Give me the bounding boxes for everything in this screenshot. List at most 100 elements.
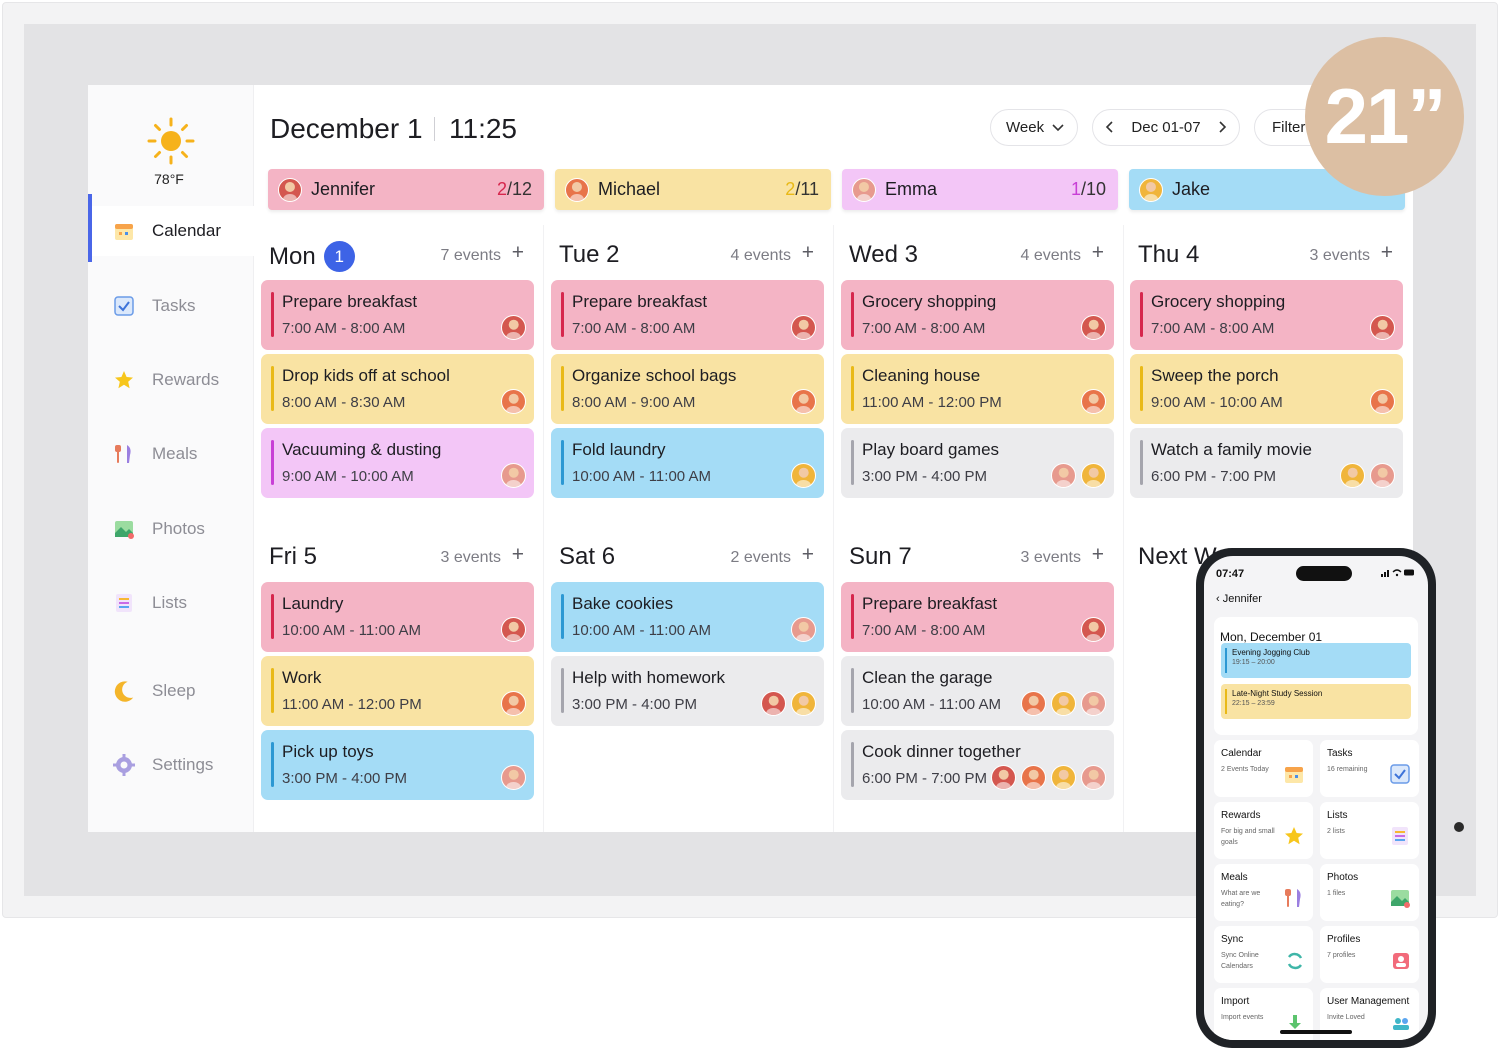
add-icon[interactable]: + bbox=[1092, 241, 1104, 265]
event-time: 11:00 AM - 12:00 PM bbox=[282, 696, 422, 713]
sidebar-item-photos[interactable]: Photos bbox=[88, 504, 254, 554]
event-card[interactable]: Clean the garage 10:00 AM - 11:00 AM bbox=[841, 656, 1114, 726]
header-divider bbox=[434, 117, 435, 141]
sidebar-item-label: Sleep bbox=[152, 681, 196, 700]
avatar bbox=[791, 463, 816, 488]
event-title: Prepare breakfast bbox=[572, 292, 708, 311]
add-icon[interactable]: + bbox=[802, 241, 814, 265]
sidebar-item-sleep[interactable]: Sleep bbox=[88, 666, 254, 716]
day-name: Wed 3 bbox=[849, 241, 918, 268]
phone-notch bbox=[1296, 566, 1352, 581]
event-card[interactable]: Drop kids off at school 8:00 AM - 8:30 AM bbox=[261, 354, 534, 424]
day-name: Mon bbox=[269, 242, 316, 270]
view-select[interactable]: Week bbox=[990, 109, 1078, 146]
event-title: Drop kids off at school bbox=[282, 366, 450, 385]
phone-screen: 07:47 ‹ Jennifer Mon, December 01 Evenin… bbox=[1204, 556, 1428, 1040]
event-card[interactable]: Grocery shopping 7:00 AM - 8:00 AM bbox=[1130, 280, 1403, 350]
avatar bbox=[565, 177, 589, 202]
add-icon[interactable]: + bbox=[1381, 241, 1393, 265]
event-time: 8:00 AM - 8:30 AM bbox=[282, 394, 406, 411]
sidebar: 78°F Calendar Tasks Rewards Meals Photos List… bbox=[88, 85, 254, 832]
view-select-label: Week bbox=[1006, 119, 1045, 136]
phone-tile-subtitle: 2 Events Today bbox=[1221, 766, 1269, 773]
phone-tile-lists[interactable]: Lists 2 lists bbox=[1320, 802, 1419, 859]
event-color-bar bbox=[1140, 292, 1143, 337]
event-time: 3:00 PM - 4:00 PM bbox=[282, 770, 408, 787]
event-card[interactable]: Grocery shopping 7:00 AM - 8:00 AM bbox=[841, 280, 1114, 350]
phone-event[interactable]: Late-Night Study Session 22:15 – 23:59 bbox=[1221, 684, 1411, 719]
event-card[interactable]: Organize school bags 8:00 AM - 9:00 AM bbox=[551, 354, 824, 424]
event-card[interactable]: Prepare breakfast 7:00 AM - 8:00 AM bbox=[551, 280, 824, 350]
avatar bbox=[1051, 691, 1076, 716]
sidebar-item-meals[interactable]: Meals bbox=[88, 429, 254, 479]
event-card[interactable]: Sweep the porch 9:00 AM - 10:00 AM bbox=[1130, 354, 1403, 424]
event-card[interactable]: Pick up toys 3:00 PM - 4:00 PM bbox=[261, 730, 534, 800]
photo-icon bbox=[1389, 887, 1411, 913]
event-title: Fold laundry bbox=[572, 440, 666, 459]
event-color-bar bbox=[1225, 689, 1227, 714]
add-icon[interactable]: + bbox=[512, 543, 524, 567]
event-card[interactable]: Fold laundry 10:00 AM - 11:00 AM bbox=[551, 428, 824, 498]
member-chip-michael[interactable]: Michael 2/11 bbox=[555, 169, 831, 210]
member-chip-emma[interactable]: Emma 1/10 bbox=[842, 169, 1118, 210]
event-card[interactable]: Prepare breakfast 7:00 AM - 8:00 AM bbox=[261, 280, 534, 350]
event-card[interactable]: Work 11:00 AM - 12:00 PM bbox=[261, 656, 534, 726]
event-card[interactable]: Watch a family movie 6:00 PM - 7:00 PM bbox=[1130, 428, 1403, 498]
add-icon[interactable]: + bbox=[512, 241, 524, 265]
event-color-bar bbox=[851, 668, 854, 713]
event-card[interactable]: Bake cookies 10:00 AM - 11:00 AM bbox=[551, 582, 824, 652]
add-icon[interactable]: + bbox=[1092, 543, 1104, 567]
member-total-count: /11 bbox=[795, 179, 819, 199]
phone-tile-rewards[interactable]: Rewards For big and small goals bbox=[1214, 802, 1313, 859]
phone-tile-tasks[interactable]: Tasks 16 remaining bbox=[1320, 740, 1419, 797]
chevron-down-icon bbox=[1052, 121, 1064, 135]
member-chip-jennifer[interactable]: Jennifer 2/12 bbox=[268, 169, 544, 210]
camera-dot bbox=[1454, 822, 1464, 832]
chevron-right-icon[interactable] bbox=[1219, 117, 1227, 138]
sidebar-item-label: Lists bbox=[152, 593, 187, 612]
avatar bbox=[501, 315, 526, 340]
phone-tile-meals[interactable]: Meals What are we eating? bbox=[1214, 864, 1313, 921]
event-time: 9:00 AM - 10:00 AM bbox=[282, 468, 414, 485]
phone-event[interactable]: Evening Jogging Club 19:15 – 20:00 bbox=[1221, 643, 1411, 678]
day-column: Mon 1 7 events + Prepare breakfast 7:00 AM - … bbox=[254, 235, 544, 525]
event-title: Cleaning house bbox=[862, 366, 981, 385]
sidebar-item-calendar[interactable]: Calendar bbox=[88, 194, 254, 262]
phone-tile-photos[interactable]: Photos 1 files bbox=[1320, 864, 1419, 921]
event-color-bar bbox=[851, 742, 854, 787]
event-color-bar bbox=[1140, 440, 1143, 485]
avatar bbox=[1081, 617, 1106, 642]
sidebar-item-tasks[interactable]: Tasks bbox=[88, 281, 254, 331]
event-card[interactable]: Cook dinner together 6:00 PM - 7:00 PM bbox=[841, 730, 1114, 800]
event-card[interactable]: Vacuuming & dusting 9:00 AM - 10:00 AM bbox=[261, 428, 534, 498]
event-card[interactable]: Cleaning house 11:00 AM - 12:00 PM bbox=[841, 354, 1114, 424]
sidebar-item-label: Photos bbox=[152, 519, 205, 538]
phone-tile-sync[interactable]: Sync Sync Online Calendars bbox=[1214, 926, 1313, 983]
phone-back-button[interactable]: ‹ Jennifer bbox=[1216, 593, 1262, 605]
sidebar-item-rewards[interactable]: Rewards bbox=[88, 355, 254, 405]
member-name: Emma bbox=[885, 179, 938, 199]
event-title: Watch a family movie bbox=[1151, 440, 1312, 459]
event-color-bar bbox=[271, 668, 274, 713]
phone-tile-title: Rewards bbox=[1221, 810, 1261, 821]
avatar bbox=[991, 765, 1016, 790]
add-icon[interactable]: + bbox=[802, 543, 814, 567]
phone-tile-title: Sync bbox=[1221, 934, 1244, 945]
phone-tile-calendar[interactable]: Calendar 2 Events Today bbox=[1214, 740, 1313, 797]
event-color-bar bbox=[851, 440, 854, 485]
calendar-icon bbox=[1283, 763, 1305, 789]
phone-tile-profiles[interactable]: Profiles 7 profiles bbox=[1320, 926, 1419, 983]
event-time: 7:00 AM - 8:00 AM bbox=[1151, 320, 1275, 337]
event-card[interactable]: Help with homework 3:00 PM - 4:00 PM bbox=[551, 656, 824, 726]
event-card[interactable]: Prepare breakfast 7:00 AM - 8:00 AM bbox=[841, 582, 1114, 652]
day-title: Sun 7 bbox=[849, 543, 912, 571]
avatar bbox=[1081, 315, 1106, 340]
sidebar-item-lists[interactable]: Lists bbox=[88, 578, 254, 628]
sidebar-item-label: Rewards bbox=[152, 370, 220, 389]
event-card[interactable]: Laundry 10:00 AM - 11:00 AM bbox=[261, 582, 534, 652]
member-name: Michael bbox=[598, 179, 661, 199]
chevron-left-icon[interactable] bbox=[1105, 117, 1113, 138]
event-card[interactable]: Play board games 3:00 PM - 4:00 PM bbox=[841, 428, 1114, 498]
sidebar-item-settings[interactable]: Settings bbox=[88, 740, 254, 790]
temperature: 78°F bbox=[154, 171, 184, 187]
